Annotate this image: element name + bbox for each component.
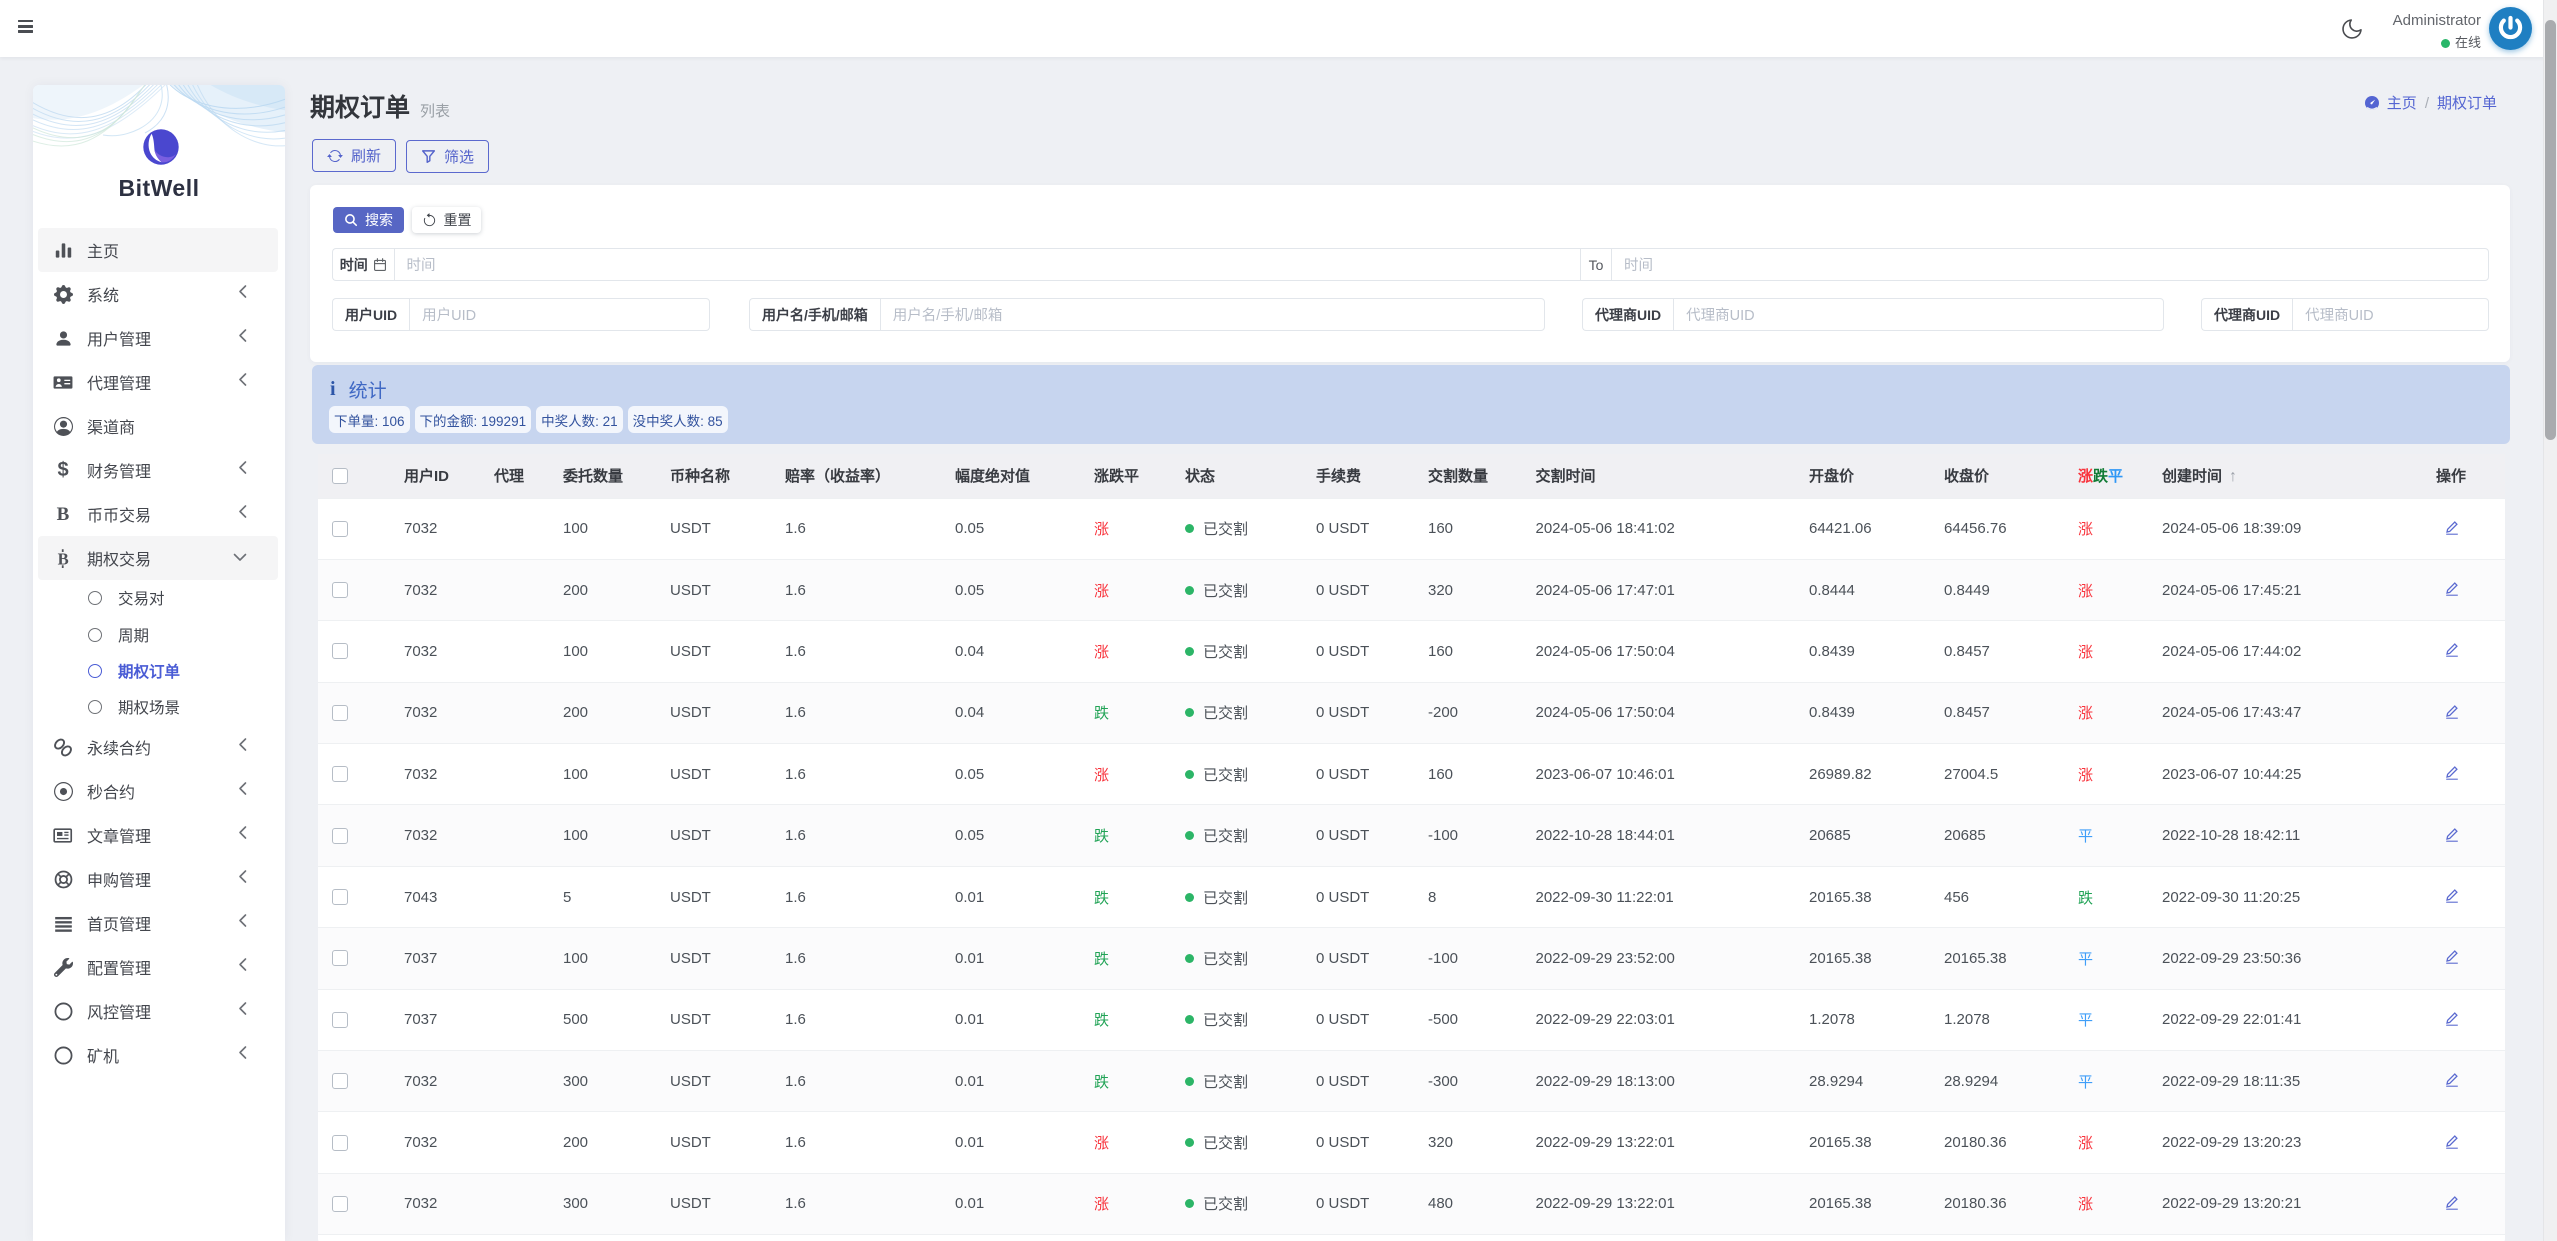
svg-text:B: B xyxy=(57,549,68,568)
